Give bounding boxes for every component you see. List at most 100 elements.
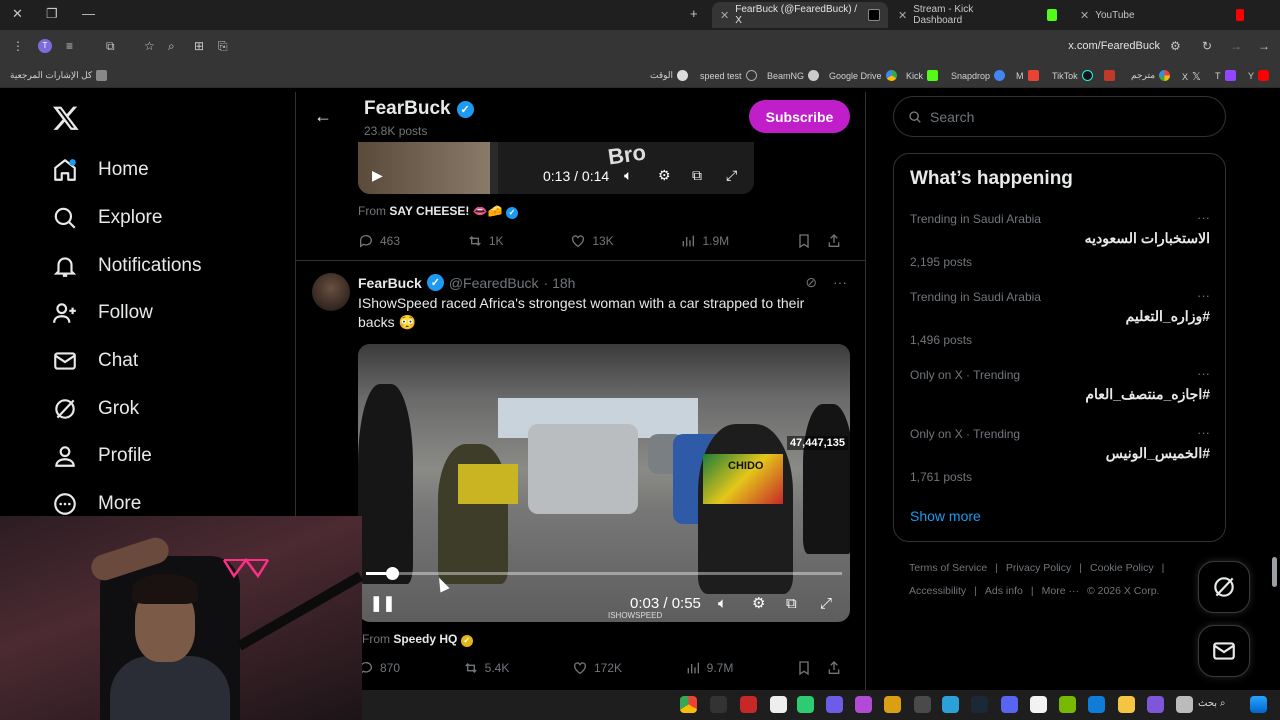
nav-follow[interactable]: Follow: [52, 300, 153, 326]
subscribe-button[interactable]: Subscribe: [749, 100, 850, 133]
video-progress-bar[interactable]: [366, 567, 842, 580]
url-field[interactable]: x.com/FearedBuck: [1068, 40, 1160, 52]
bookmark-drive[interactable]: Google Drive: [829, 70, 897, 81]
zoom-icon[interactable]: ⌕: [168, 39, 175, 54]
bookmark-speedtest[interactable]: speed test: [700, 70, 757, 81]
app-taskbar-icon[interactable]: [797, 696, 814, 713]
settings-icon[interactable]: ⚙: [752, 594, 765, 612]
share-icon[interactable]: [826, 233, 842, 249]
x-logo-icon[interactable]: [52, 104, 80, 132]
repost-button[interactable]: 5.4K: [463, 660, 509, 676]
grok-floating-button[interactable]: [1198, 561, 1250, 613]
page-scrollbar[interactable]: [1270, 92, 1280, 692]
bookmark-snapdrop[interactable]: Snapdrop: [951, 70, 1006, 81]
post-time[interactable]: · 18h: [544, 275, 576, 291]
profile-avatar-icon[interactable]: T: [38, 39, 52, 53]
fullscreen-icon[interactable]: ⤢: [820, 595, 832, 612]
translate-icon[interactable]: ⊞: [194, 39, 204, 53]
bookmark-twitch[interactable]: T: [1215, 70, 1236, 81]
post2-video[interactable]: CHIDO 47,447,135 ❚❚ 0:03 / 0:55 🔈︎ ⚙ ⧉ ⤢…: [358, 344, 850, 622]
windows-start-icon[interactable]: [1250, 696, 1267, 713]
tab-fearbuck[interactable]: ✕ FearBuck (@FearedBuck) / X: [712, 2, 888, 28]
minimize-window-icon[interactable]: —: [82, 6, 95, 21]
share-icon[interactable]: [826, 660, 842, 676]
bookmark-icon[interactable]: [796, 233, 812, 249]
source-account-link[interactable]: SAY CHEESE! 👄🧀: [389, 204, 502, 218]
source-account-link[interactable]: Speedy HQ: [393, 632, 457, 646]
trend-item[interactable]: Trending in Saudi Arabia ··· الاستخبارات…: [910, 210, 1210, 269]
taskbar-search[interactable]: بحث ⌕: [1198, 698, 1225, 709]
install-icon[interactable]: ⎘: [218, 39, 228, 54]
app-taskbar-icon[interactable]: [740, 696, 757, 713]
bookmark-icon[interactable]: [796, 660, 812, 676]
grok-icon[interactable]: ⊘: [805, 274, 817, 290]
app-taskbar-icon[interactable]: [884, 696, 901, 713]
pip-icon[interactable]: ⧉: [692, 167, 702, 184]
author-name[interactable]: FearBuck: [358, 275, 422, 291]
nav-explore[interactable]: Explore: [52, 205, 162, 231]
extensions-icon[interactable]: ≡: [66, 39, 73, 53]
restore-window-icon[interactable]: ❐: [46, 6, 58, 22]
bookmark-tiktok[interactable]: TikTok: [1052, 70, 1093, 81]
more-options-icon[interactable]: ···: [833, 274, 847, 290]
pause-icon[interactable]: ❚❚: [370, 594, 395, 612]
more-options-icon[interactable]: ···: [1197, 288, 1210, 303]
close-tab-icon[interactable]: ✕: [898, 9, 907, 22]
reply-button[interactable]: 463: [358, 233, 400, 249]
app-taskbar-icon[interactable]: [1176, 696, 1193, 713]
more-options-icon[interactable]: ···: [1197, 366, 1210, 381]
close-tab-icon[interactable]: ✕: [1080, 9, 1089, 22]
bookmark-youtube[interactable]: Y: [1248, 70, 1270, 81]
trend-item[interactable]: Only on X · Trending ··· #الخميس_الونيس …: [910, 425, 1210, 484]
bookmark-extra[interactable]: [1104, 70, 1115, 81]
more-options-icon[interactable]: ···: [1197, 425, 1210, 440]
nav-notifications[interactable]: Notifications: [52, 253, 202, 279]
cookie-link[interactable]: Cookie Policy: [1090, 562, 1154, 574]
new-tab-icon[interactable]: +: [690, 6, 698, 21]
edge-taskbar-icon[interactable]: [1088, 696, 1105, 713]
telegram-taskbar-icon[interactable]: [942, 696, 959, 713]
notepad-taskbar-icon[interactable]: [770, 696, 787, 713]
nav-more[interactable]: More: [52, 491, 141, 517]
back-icon[interactable]: →: [1258, 39, 1270, 53]
reload-icon[interactable]: ↻: [1202, 39, 1212, 53]
chrome-taskbar-icon[interactable]: [680, 696, 697, 713]
show-more-link[interactable]: Show more: [910, 508, 981, 524]
discord-taskbar-icon[interactable]: [1001, 696, 1018, 713]
bookmark-time[interactable]: الوقت: [650, 70, 689, 81]
bookmark-translate[interactable]: مترجم: [1131, 70, 1171, 81]
volume-icon[interactable]: 🔈︎: [718, 595, 727, 612]
settings-icon[interactable]: ⚙: [658, 167, 671, 184]
author-handle[interactable]: @FearedBuck: [449, 275, 539, 291]
volume-icon[interactable]: 🔈︎: [624, 167, 632, 184]
reply-button[interactable]: 870: [358, 660, 400, 676]
app-taskbar-icon[interactable]: [1147, 696, 1164, 713]
play-icon[interactable]: ▶: [372, 167, 383, 184]
nav-home[interactable]: Home: [52, 157, 149, 183]
close-window-icon[interactable]: ✕: [12, 6, 23, 22]
bookmark-beamng[interactable]: BeamNG: [767, 70, 820, 81]
site-settings-icon[interactable]: ⚙: [1170, 39, 1181, 53]
fullscreen-icon[interactable]: ⤢: [726, 167, 737, 184]
steam-taskbar-icon[interactable]: [971, 696, 988, 713]
like-button[interactable]: 172K: [572, 660, 622, 676]
views-button[interactable]: 1.9M: [680, 233, 729, 249]
bookmark-x[interactable]: X𝕏: [1182, 70, 1201, 83]
terms-link[interactable]: Terms of Service: [909, 562, 987, 574]
back-arrow-icon[interactable]: ←: [314, 106, 332, 127]
pip-icon[interactable]: ⧉: [786, 595, 797, 612]
avatar[interactable]: [312, 273, 350, 311]
menu-dots-icon[interactable]: ⋮: [12, 39, 24, 53]
tab-youtube[interactable]: ✕ YouTube: [1072, 2, 1252, 28]
nav-profile[interactable]: Profile: [52, 443, 152, 469]
epic-taskbar-icon[interactable]: [710, 696, 727, 713]
trend-item[interactable]: Only on X · Trending ··· #اجازه_منتصف_ال…: [910, 366, 1210, 403]
ads-info-link[interactable]: Ads info: [985, 585, 1023, 597]
store-taskbar-icon[interactable]: [1030, 696, 1047, 713]
privacy-link[interactable]: Privacy Policy: [1006, 562, 1071, 574]
post1-video[interactable]: Bro ▶ 0:13 / 0:14 🔈︎ ⚙ ⧉ ⤢: [358, 142, 754, 194]
more-link[interactable]: More ···: [1042, 585, 1079, 597]
accessibility-link[interactable]: Accessibility: [909, 585, 966, 597]
share-icon[interactable]: ⧉: [106, 39, 115, 54]
nvidia-taskbar-icon[interactable]: [1059, 696, 1076, 713]
